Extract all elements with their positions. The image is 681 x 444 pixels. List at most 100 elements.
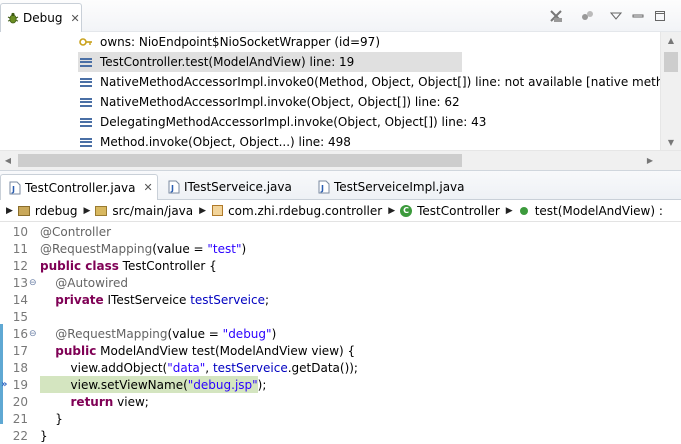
java-file-icon: J xyxy=(318,180,330,194)
stack-row-text: NativeMethodAccessorImpl.invoke0(Method,… xyxy=(100,75,660,89)
stack-frame-icon xyxy=(78,54,94,70)
debug-tab[interactable]: Debug ✕ xyxy=(0,3,82,32)
bug-icon xyxy=(7,12,19,24)
remove-terminated-icon[interactable] xyxy=(548,8,564,24)
line-number: 22 xyxy=(12,428,28,443)
close-icon[interactable]: ✕ xyxy=(144,181,153,194)
code-token: return xyxy=(70,394,114,409)
stack-row-text: DelegatingMethodAccessorImpl.invoke(Obje… xyxy=(100,115,487,129)
tab-itestserveice[interactable]: J ITestServeice.java xyxy=(160,174,310,200)
code-token: view.addObject( xyxy=(40,360,168,375)
code-line-current[interactable]: » 19 view.setViewName("debug.jsp"); xyxy=(0,376,681,393)
code-line[interactable]: 13 ⊖ @Autowired xyxy=(0,274,681,291)
breadcrumb-item-class[interactable]: TestController xyxy=(417,204,500,218)
code-line[interactable]: 15 xyxy=(0,308,681,325)
code-token: TestController { xyxy=(118,258,217,273)
code-token: private xyxy=(55,292,104,307)
breadcrumb-item-method[interactable]: test(ModelAndView) : xyxy=(535,204,663,218)
code-text: public class TestController { xyxy=(40,259,217,273)
scroll-down-icon[interactable]: ▼ xyxy=(661,134,681,150)
line-number: 21 xyxy=(12,411,28,426)
code-text: @Autowired xyxy=(40,276,128,290)
chevron-right-icon: ▶ xyxy=(388,205,396,216)
code-line[interactable]: 16 ⊖ @RequestMapping(value = "debug") xyxy=(0,325,681,342)
maximize-icon[interactable] xyxy=(652,8,668,24)
code-editor[interactable]: 10 @Controller 11 @RequestMapping(value = "… xyxy=(0,222,681,444)
code-text: view.addObject("data", testServeice.getD… xyxy=(40,361,358,375)
code-line[interactable]: 17 public ModelAndView test(ModelAndView… xyxy=(0,342,681,359)
code-line[interactable]: 20 return view; xyxy=(0,393,681,410)
stack-row-lock[interactable]: owns: NioEndpoint$NioSocketWrapper (id=9… xyxy=(78,32,380,52)
class-icon: C xyxy=(399,204,413,218)
code-token: ITestServeice xyxy=(103,292,191,307)
close-icon[interactable]: ✕ xyxy=(70,12,79,25)
vertical-scrollbar[interactable]: ▲ ▼ xyxy=(660,32,681,150)
code-line[interactable]: 11 @RequestMapping(value = "test") xyxy=(0,240,681,257)
tab-testserveiceimpl[interactable]: J TestServeiceImpl.java xyxy=(310,174,480,200)
code-token: (value = xyxy=(167,326,223,341)
code-line[interactable]: 18 view.addObject("data", testServeice.g… xyxy=(0,359,681,376)
line-number: 17 xyxy=(12,343,28,358)
line-number: 18 xyxy=(12,360,28,375)
code-line[interactable]: 21 } xyxy=(0,410,681,427)
line-number: 10 xyxy=(12,224,28,239)
stack-row[interactable]: Method.invoke(Object, Object...) line: 4… xyxy=(78,132,351,150)
line-number: 19 xyxy=(12,377,28,392)
scroll-left-icon[interactable]: ◀ xyxy=(0,151,16,170)
svg-text:J: J xyxy=(170,184,174,193)
scroll-thumb[interactable] xyxy=(18,154,462,167)
stack-row[interactable]: NativeMethodAccessorImpl.invoke0(Method,… xyxy=(78,72,660,92)
code-token: ModelAndView test(ModelAndView view) { xyxy=(96,343,356,358)
code-token: "test" xyxy=(207,241,242,256)
chevron-right-icon: ▶ xyxy=(83,205,91,216)
code-token: view.setViewName( xyxy=(40,377,188,392)
breadcrumb-item-project[interactable]: rdebug xyxy=(35,204,78,218)
scroll-thumb[interactable] xyxy=(664,52,678,72)
tab-testcontroller[interactable]: J TestController.java ✕ xyxy=(0,174,158,201)
code-token: "debug.jsp" xyxy=(187,377,258,392)
package-icon xyxy=(210,204,224,218)
stack-row-text: TestController.test(ModelAndView) line: … xyxy=(100,55,355,69)
stack-row[interactable]: NativeMethodAccessorImpl.invoke(Object, … xyxy=(78,92,460,112)
line-number: 13 xyxy=(12,275,28,290)
stack-row-text: NativeMethodAccessorImpl.invoke(Object, … xyxy=(100,95,460,109)
code-token: (value = xyxy=(152,241,208,256)
chevron-right-icon: ▶ xyxy=(505,205,513,216)
code-token: view; xyxy=(113,394,149,409)
debug-options-icon[interactable] xyxy=(580,8,596,24)
scroll-right-icon[interactable]: ▶ xyxy=(642,151,658,170)
code-token: public class xyxy=(40,258,119,273)
chevron-right-icon: ▶ xyxy=(199,205,207,216)
java-file-icon: J xyxy=(168,180,180,194)
view-menu-icon[interactable] xyxy=(608,8,624,24)
fold-collapse-icon[interactable]: ⊖ xyxy=(29,278,37,288)
scroll-up-icon[interactable]: ▲ xyxy=(661,32,681,48)
code-text: } xyxy=(40,429,48,443)
breadcrumb-item-folder[interactable]: src/main/java xyxy=(112,204,193,218)
fold-collapse-icon[interactable]: ⊖ xyxy=(29,329,37,339)
code-line[interactable]: 14 private ITestServeice testServeice; xyxy=(0,291,681,308)
stack-row-selected[interactable]: TestController.test(ModelAndView) line: … xyxy=(78,52,462,72)
key-icon xyxy=(78,34,94,50)
code-token: @Autowired xyxy=(55,275,128,290)
code-token: @Controller xyxy=(40,224,112,239)
horizontal-scrollbar[interactable]: ◀ ▶ xyxy=(0,150,681,170)
line-number: 14 xyxy=(12,292,28,307)
stack-row[interactable]: DelegatingMethodAccessorImpl.invoke(Obje… xyxy=(78,112,486,132)
breadcrumb-item-package[interactable]: com.zhi.rdebug.controller xyxy=(228,204,382,218)
minimize-icon[interactable] xyxy=(630,8,646,24)
code-line[interactable]: 22} xyxy=(0,427,681,444)
svg-text:J: J xyxy=(11,185,15,194)
code-text: view.setViewName("debug.jsp"); xyxy=(40,377,267,392)
stack-frame-icon xyxy=(78,134,94,150)
code-line[interactable]: 10 @Controller xyxy=(0,223,681,240)
line-number: 15 xyxy=(12,309,28,324)
stack-trace-list[interactable]: owns: NioEndpoint$NioSocketWrapper (id=9… xyxy=(0,32,660,150)
line-number: 12 xyxy=(12,258,28,273)
code-token: ); xyxy=(257,377,267,392)
code-token: ; xyxy=(265,292,270,307)
code-line[interactable]: 12 public class TestController { xyxy=(0,257,681,274)
